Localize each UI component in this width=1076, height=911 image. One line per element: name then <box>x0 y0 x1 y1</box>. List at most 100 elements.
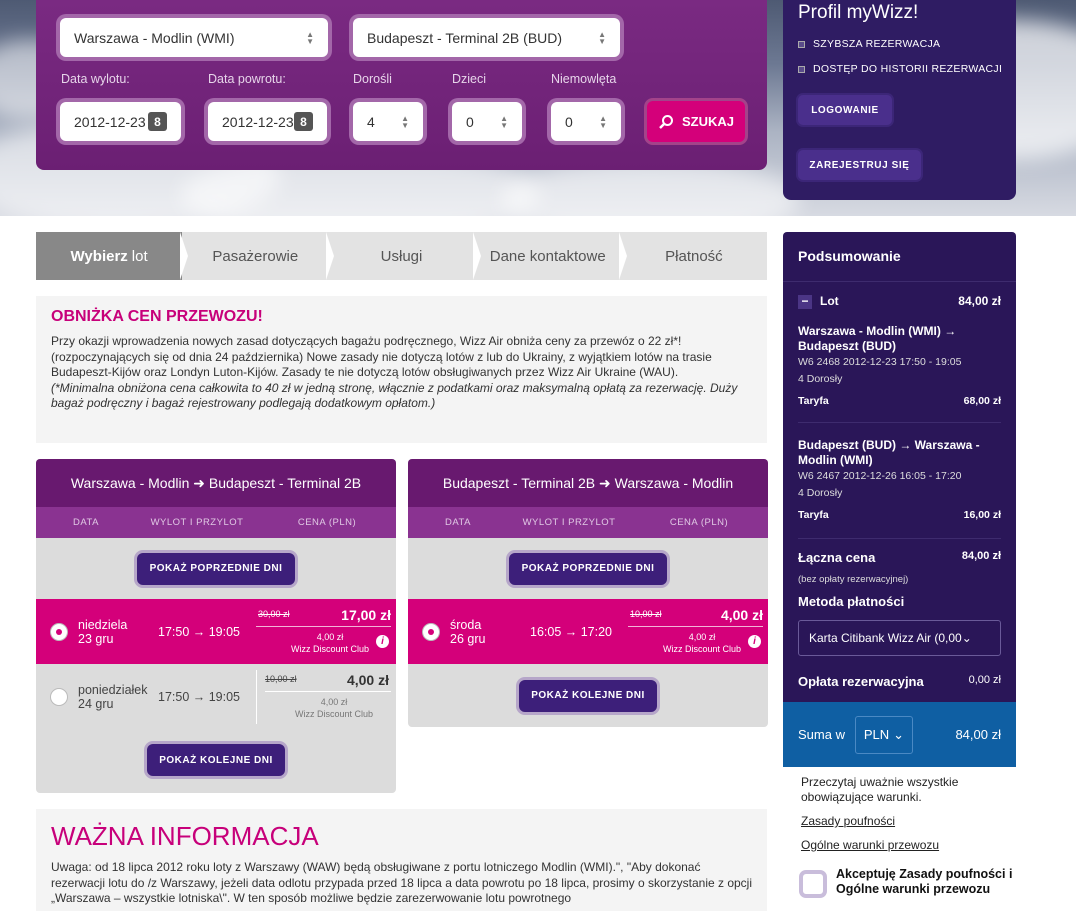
booking-fee-label: Opłata rezerwacyjna <box>798 674 924 689</box>
login-button[interactable]: LOGOWANIE <box>798 95 892 125</box>
notice-title: OBNIŻKA CEN PRZEWOZU! <box>51 308 263 325</box>
search-button[interactable]: SZUKAJ <box>647 101 745 142</box>
leg2-pax: 4 Dorosły <box>798 487 843 499</box>
step-passengers: Pasażerowie <box>182 232 335 280</box>
sum-label: Suma w <box>798 727 845 742</box>
important-body: Uwaga: od 18 lipca 2012 roku loty z Wars… <box>51 860 753 905</box>
old-price: 10,00 zł <box>630 609 662 619</box>
flight-date: 26 gru <box>450 631 486 646</box>
flight-option-row[interactable]: niedziela 23 gru 17:50 → 19:05 30,00 zł 1… <box>36 599 396 664</box>
flight-total: 84,00 zł <box>958 294 1001 308</box>
currency-value: PLN <box>863 727 890 742</box>
currency-select[interactable]: PLN ⌄ <box>854 715 913 754</box>
show-next-days-button[interactable]: POKAŻ KOLEJNE DNI <box>519 679 657 712</box>
calendar-icon[interactable]: 8 <box>294 112 313 131</box>
booking-fee: Opłata rezerwacyjna 0,00 zł <box>798 674 1001 689</box>
flight-weekday: środa <box>450 617 482 632</box>
col-time: WYLOT I PRZYLOT <box>522 517 616 528</box>
step-select-flight: Wybierz lot <box>36 232 189 280</box>
leg1-fare: Taryfa 68,00 zł <box>798 395 1001 407</box>
club-name: Wizz Discount Club <box>290 644 369 654</box>
outbound-title: Warszawa - Modlin ➜ Budapeszt - Terminal… <box>36 459 396 507</box>
return-date-input[interactable]: 2012-12-23 8 <box>208 102 327 141</box>
profile-bullet: SZYBSZA REZERWACJA <box>798 38 940 50</box>
infants-value: 0 <box>565 113 573 130</box>
adults-value: 4 <box>367 113 375 130</box>
col-price: CENA (PLN) <box>669 517 729 528</box>
step-label-bold: Wybierz <box>70 247 128 265</box>
fare-value: 68,00 zł <box>963 395 1001 407</box>
club-price: 4,00 zł Wizz Discount Club <box>291 631 369 655</box>
step-label-rest: lot <box>131 247 148 265</box>
profile-bullet: DOSTĘP DO HISTORII REZERWACJI <box>798 63 1002 75</box>
chevron-down-icon: ⌄ <box>961 631 972 645</box>
register-button[interactable]: ZAREJESTRUJ SIĘ <box>798 150 921 180</box>
show-next-days-button[interactable]: POKAŻ KOLEJNE DNI <box>147 744 285 776</box>
flight-date: 23 gru <box>78 631 114 646</box>
leg1-route: Warszawa - Modlin (WMI) → Budapeszt (BUD… <box>798 324 957 353</box>
current-price: 4,00 zł <box>346 672 389 688</box>
flight-radio[interactable] <box>422 622 440 641</box>
general-terms-link[interactable]: Ogólne warunki przewozu <box>801 838 998 853</box>
flight-time: 16:05 → 17:20 <box>530 624 613 639</box>
step-payment: Płatność <box>665 247 723 265</box>
col-price: CENA (PLN) <box>297 517 357 528</box>
children-label: Dzieci <box>452 72 487 86</box>
accept-terms-checkbox[interactable] <box>799 870 827 898</box>
show-previous-days-button[interactable]: POKAŻ POPRZEDNIE DNI <box>509 552 667 585</box>
leg1-info: W6 2468 2012-12-23 17:50 - 19:05 <box>798 356 962 368</box>
profile-bullet-text: SZYBSZA REZERWACJA <box>813 38 941 50</box>
col-date: DATA <box>445 517 471 528</box>
step-services: Usługi <box>328 232 481 280</box>
bullet-icon <box>798 65 805 73</box>
payment-method-select[interactable]: Karta Citibank Wizz Air (0,00 ⌄ <box>798 620 1001 656</box>
accept-terms-label: Akceptuję Zasady poufności i Ogólne waru… <box>836 867 1013 896</box>
flight-date: 24 gru <box>78 696 114 711</box>
select-arrows-icon: ▲ ▼ <box>599 113 607 130</box>
infants-label: Niemowlęta <box>551 72 617 86</box>
terms-section: Przeczytaj uważnie wszystkie obowiązując… <box>783 767 1016 911</box>
old-price: 10,00 zł <box>265 674 297 684</box>
profile-title: Profil myWizz! <box>798 2 919 23</box>
calendar-icon[interactable]: 8 <box>148 112 167 131</box>
flight-radio[interactable] <box>50 622 68 641</box>
depart-date-value: 2012-12-23 <box>74 113 146 130</box>
infants-select[interactable]: 0 ▲ ▼ <box>551 102 621 141</box>
payment-value: Karta Citibank Wizz Air (0,00 <box>809 631 962 645</box>
adults-label: Dorośli <box>353 72 392 86</box>
inbound-title: Budapeszt - Terminal 2B ➜ Warszawa - Mod… <box>408 459 768 507</box>
children-select[interactable]: 0 ▲ ▼ <box>452 102 522 141</box>
profile-bullet-text: DOSTĘP DO HISTORII REZERWACJI <box>813 63 1003 75</box>
origin-select[interactable]: Warszawa - Modlin (WMI) ▲ ▼ <box>60 18 328 57</box>
booking-steps: Wybierz lot Pasażerowie Usługi Dane konta… <box>36 232 767 280</box>
depart-date-label: Data wylotu: <box>61 72 130 86</box>
search-button-label: SZUKAJ <box>681 114 734 129</box>
price-notice: OBNIŻKA CEN PRZEWOZU! Przy okazji wprowa… <box>36 296 767 443</box>
booking-summary: Podsumowanie − Lot 84,00 zł Warszawa - Mo… <box>783 232 1016 911</box>
children-value: 0 <box>466 113 474 130</box>
depart-date-input[interactable]: 2012-12-23 8 <box>60 102 181 141</box>
collapse-icon[interactable]: − <box>798 295 812 309</box>
flight-radio[interactable] <box>50 687 68 706</box>
flight-price: 10,00 zł 4,00 zł 4,00 zł Wizz Discount Cl… <box>628 605 763 659</box>
club-price: 4,00 zł Wizz Discount Club <box>295 696 373 720</box>
step-contact: Dane kontaktowe <box>475 232 628 280</box>
total-value: 84,00 zł <box>961 550 1001 562</box>
info-icon[interactable]: i <box>748 635 761 648</box>
destination-select[interactable]: Budapeszt - Terminal 2B (BUD) ▲ ▼ <box>353 18 620 57</box>
info-icon[interactable]: i <box>376 635 389 648</box>
summary-flight-header: − Lot 84,00 zł <box>798 294 1001 309</box>
terms-text: Przeczytaj uważnie wszystkie obowiązując… <box>801 775 959 804</box>
show-previous-days-button[interactable]: POKAŻ POPRZEDNIE DNI <box>137 552 295 585</box>
flight-option-row[interactable]: poniedziałek 24 gru 17:50 → 19:05 10,00 z… <box>36 664 396 729</box>
privacy-link[interactable]: Zasady poufności <box>801 814 998 829</box>
current-price: 17,00 zł <box>341 607 391 623</box>
adults-select[interactable]: 4 ▲ ▼ <box>353 102 423 141</box>
flight-day: środa 26 gru <box>450 618 485 646</box>
destination-value: Budapeszt - Terminal 2B (BUD) <box>367 29 563 46</box>
current-price: 4,00 zł <box>720 607 763 623</box>
flight-weekday: poniedziałek <box>78 682 148 697</box>
outbound-columns: DATA WYLOT I PRZYLOT CENA (PLN) <box>36 507 396 538</box>
flight-option-row[interactable]: środa 26 gru 16:05 → 17:20 10,00 zł 4,00 … <box>408 599 768 664</box>
old-price: 30,00 zł <box>258 609 290 619</box>
